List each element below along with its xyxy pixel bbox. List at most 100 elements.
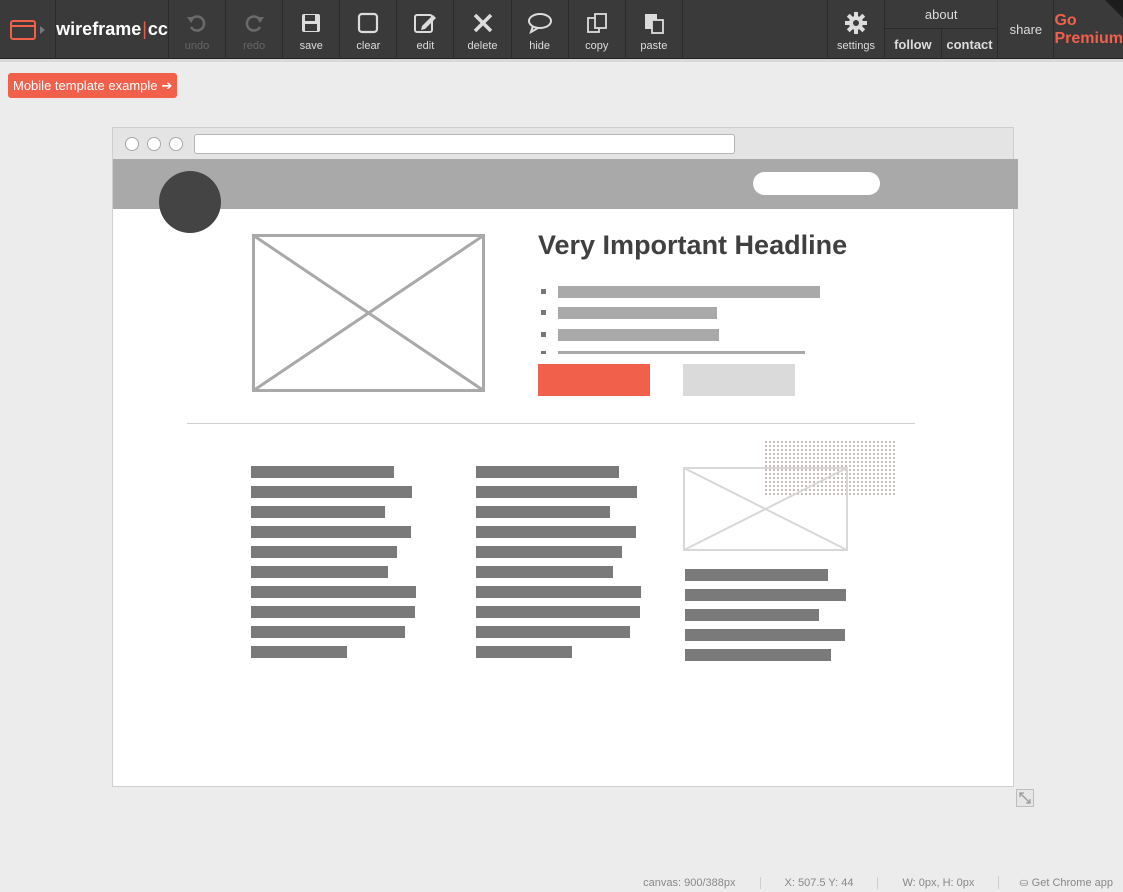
bullet-2 bbox=[541, 310, 546, 315]
selection-size-readout: W: 0px, H: 0px bbox=[877, 876, 998, 889]
gear-icon bbox=[845, 12, 867, 34]
copy-icon bbox=[586, 13, 607, 33]
text-line[interactable] bbox=[251, 566, 388, 578]
text-line[interactable] bbox=[476, 466, 619, 478]
delete-button[interactable]: delete bbox=[454, 0, 512, 59]
clear-button[interactable]: clear bbox=[340, 0, 398, 59]
bullet-line-1[interactable] bbox=[558, 286, 820, 298]
avatar-circle-shape[interactable] bbox=[159, 171, 221, 233]
bullet-line-2[interactable] bbox=[558, 307, 717, 319]
browser-dot-1 bbox=[125, 137, 139, 151]
caret-right-icon bbox=[40, 25, 46, 34]
hide-button[interactable]: hide bbox=[512, 0, 569, 59]
text-line[interactable] bbox=[251, 546, 397, 558]
secondary-button-shape[interactable] bbox=[683, 364, 795, 396]
arrow-right-icon: ➔ bbox=[161, 77, 173, 93]
app-menu-button[interactable] bbox=[0, 0, 57, 59]
redo-icon bbox=[245, 15, 265, 32]
about-link[interactable]: about bbox=[885, 0, 998, 29]
browser-url-bar[interactable] bbox=[194, 134, 735, 154]
text-line[interactable] bbox=[685, 609, 819, 621]
text-line[interactable] bbox=[476, 566, 613, 578]
image-placeholder-large[interactable] bbox=[252, 234, 485, 392]
get-chrome-app-label: Get Chrome app bbox=[1031, 877, 1113, 889]
about-group: about follow contact bbox=[885, 0, 999, 59]
redo-label: redo bbox=[243, 40, 266, 52]
get-chrome-app-link[interactable]: ⛀ Get Chrome app bbox=[998, 876, 1113, 889]
edit-button[interactable]: edit bbox=[397, 0, 455, 59]
cursor-coords-readout: X: 507.5 Y: 44 bbox=[759, 876, 878, 889]
search-pill-shape[interactable] bbox=[753, 172, 880, 195]
text-line[interactable] bbox=[685, 569, 828, 581]
wireframe-canvas[interactable]: Very Important Headline bbox=[112, 127, 1018, 787]
image-placeholder-small[interactable] bbox=[683, 467, 848, 551]
brand-logo[interactable]: wireframe | cc bbox=[56, 0, 169, 59]
paste-icon bbox=[644, 14, 664, 34]
toolbar: wireframe | cc undo redo save clear edit… bbox=[0, 0, 1123, 62]
primary-button-shape[interactable] bbox=[538, 364, 650, 396]
text-line[interactable] bbox=[251, 626, 405, 638]
undo-label: undo bbox=[184, 40, 210, 52]
header-band-shape[interactable] bbox=[113, 159, 1018, 209]
text-line[interactable] bbox=[476, 546, 622, 558]
browser-dot-3 bbox=[169, 137, 183, 151]
toolbar-spacer bbox=[683, 0, 828, 59]
delete-icon bbox=[473, 13, 492, 33]
text-line[interactable] bbox=[251, 646, 347, 658]
text-line[interactable] bbox=[476, 586, 641, 598]
save-label: save bbox=[299, 40, 323, 52]
paste-button[interactable]: paste bbox=[626, 0, 683, 59]
text-line[interactable] bbox=[476, 626, 630, 638]
copy-label: copy bbox=[585, 40, 609, 52]
delete-label: delete bbox=[467, 40, 498, 52]
bullet-line-4[interactable] bbox=[558, 351, 805, 354]
text-line[interactable] bbox=[251, 606, 415, 618]
wireframe-headline[interactable]: Very Important Headline bbox=[538, 230, 847, 261]
edit-icon bbox=[414, 14, 437, 33]
brand-part2: cc bbox=[147, 19, 168, 39]
text-line[interactable] bbox=[476, 646, 572, 658]
save-button[interactable]: save bbox=[283, 0, 341, 59]
text-line[interactable] bbox=[685, 629, 845, 641]
text-line[interactable] bbox=[685, 589, 846, 601]
undo-icon bbox=[186, 15, 206, 32]
text-line[interactable] bbox=[476, 486, 637, 498]
text-line[interactable] bbox=[251, 586, 416, 598]
redo-button[interactable]: redo bbox=[226, 0, 284, 59]
clear-label: clear bbox=[356, 40, 381, 52]
text-line[interactable] bbox=[476, 526, 636, 538]
status-bar: canvas: 900/388px X: 507.5 Y: 44 W: 0px,… bbox=[643, 876, 1113, 889]
contact-link[interactable]: contact bbox=[942, 29, 998, 59]
copy-button[interactable]: copy bbox=[569, 0, 626, 59]
hide-icon bbox=[527, 13, 552, 34]
browser-window-bar[interactable] bbox=[113, 128, 1013, 160]
about-bottom-row: follow contact bbox=[885, 29, 997, 59]
clear-icon bbox=[358, 12, 379, 34]
template-tag-label: Mobile template example bbox=[13, 78, 158, 93]
text-line[interactable] bbox=[685, 649, 831, 661]
bullet-1 bbox=[541, 289, 546, 294]
follow-link[interactable]: follow bbox=[885, 29, 942, 59]
template-example-tag[interactable]: Mobile template example ➔ bbox=[8, 73, 178, 98]
bullet-3 bbox=[541, 332, 546, 337]
bullet-line-3[interactable] bbox=[558, 329, 719, 341]
browser-dot-2 bbox=[147, 137, 161, 151]
canvas-size-readout: canvas: 900/388px bbox=[643, 876, 736, 889]
text-line[interactable] bbox=[476, 606, 640, 618]
text-line[interactable] bbox=[251, 526, 411, 538]
text-line[interactable] bbox=[476, 506, 610, 518]
text-line[interactable] bbox=[251, 486, 412, 498]
corner-fold bbox=[1104, 0, 1123, 18]
hide-label: hide bbox=[529, 40, 551, 52]
brand-part1: wireframe bbox=[56, 19, 142, 39]
bullet-4 bbox=[541, 351, 546, 354]
share-button[interactable]: share bbox=[998, 0, 1055, 59]
text-line[interactable] bbox=[251, 466, 394, 478]
text-line[interactable] bbox=[251, 506, 385, 518]
undo-button[interactable]: undo bbox=[169, 0, 227, 59]
horizontal-divider[interactable] bbox=[187, 423, 915, 424]
brand-separator: | bbox=[142, 19, 147, 39]
go-premium-button[interactable]: Go Premium bbox=[1054, 0, 1123, 59]
settings-button[interactable]: settings bbox=[828, 0, 886, 59]
resize-canvas-icon[interactable] bbox=[1016, 789, 1034, 807]
